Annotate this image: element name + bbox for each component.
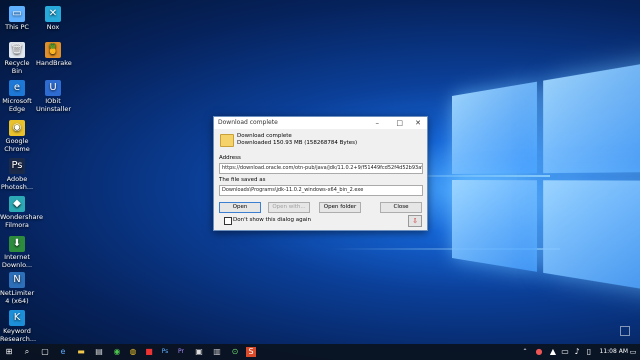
- photoshop-taskbar-icon[interactable]: Ps: [160, 347, 170, 357]
- app-taskbar-icon[interactable]: ◉: [112, 347, 122, 357]
- store-icon[interactable]: ▤: [94, 347, 104, 357]
- show-desktop-icon[interactable]: [620, 326, 630, 336]
- file-explorer-icon[interactable]: ▬: [76, 347, 86, 357]
- desktop-icon[interactable]: ⬇ Internet Downlo...: [0, 236, 34, 269]
- desktop-icon-label: Keyword Research...: [0, 328, 34, 343]
- network-icon[interactable]: ▭: [560, 347, 570, 357]
- saved-path-field[interactable]: Downloads\Programs\jdk-11.0.2_windows-x6…: [219, 185, 423, 196]
- start-windows-icon[interactable]: ⊞: [4, 347, 14, 357]
- desktop-icon-label: Google Chrome: [0, 138, 34, 153]
- app-taskbar-icon[interactable]: ▥: [212, 347, 222, 357]
- desktop-icon-label: HandBrake: [36, 60, 70, 68]
- dialog-title: Download complete: [218, 119, 278, 126]
- maximize-icon[interactable]: □: [396, 117, 403, 129]
- desktop-icon[interactable]: ✕ Nox: [36, 6, 70, 32]
- open-button[interactable]: Open: [219, 202, 261, 213]
- volume-icon[interactable]: ♪: [572, 347, 582, 357]
- desktop-icon[interactable]: ◉ Google Chrome: [0, 120, 34, 153]
- app-taskbar-icon[interactable]: ⊙: [230, 347, 240, 357]
- this-pc-icon: ▭: [9, 6, 25, 22]
- idm-icon: ⬇: [9, 236, 25, 252]
- recycle-bin-icon: 🗑: [9, 42, 25, 58]
- app-taskbar-icon[interactable]: ▣: [194, 347, 204, 357]
- desktop-icon-label: Recycle Bin: [0, 60, 34, 75]
- chrome-taskbar-icon[interactable]: ◍: [128, 347, 138, 357]
- desktop-icon[interactable]: 🗑 Recycle Bin: [0, 42, 34, 75]
- iobit-icon: U: [45, 80, 61, 96]
- handbrake-icon: 🍍: [45, 42, 61, 58]
- desktop-icon-label: NetLimiter 4 (x64): [0, 290, 34, 305]
- nox-icon: ✕: [45, 6, 61, 22]
- desktop-icon[interactable]: N NetLimiter 4 (x64): [0, 272, 34, 305]
- desktop-icon[interactable]: Ps Adobe Photosh...: [0, 158, 34, 191]
- open-folder-button[interactable]: Open folder: [319, 202, 361, 213]
- desktop-icon[interactable]: 🍍 HandBrake: [36, 42, 70, 68]
- address-label: Address: [219, 155, 241, 161]
- tray-app-icon[interactable]: ▲: [548, 347, 558, 357]
- download-size: Downloaded 150.93 MB (158268784 Bytes): [237, 140, 357, 146]
- desktop-icon[interactable]: K Keyword Research...: [0, 310, 34, 343]
- idm-logo-icon: ⇩: [408, 215, 422, 227]
- filmora-icon: ◆: [9, 196, 25, 212]
- desktop-icon[interactable]: e Microsoft Edge: [0, 80, 34, 113]
- desktop-icon-label: Adobe Photosh...: [0, 176, 34, 191]
- close-icon[interactable]: ✕: [415, 117, 421, 129]
- close-button[interactable]: Close: [380, 202, 422, 213]
- edge-icon: e: [9, 80, 25, 96]
- dont-show-checkbox[interactable]: [224, 217, 232, 225]
- desktop-icon[interactable]: ◆ Wondershare Filmora: [0, 196, 34, 229]
- desktop-icon-label: IObit Uninstaller: [36, 98, 70, 113]
- task-view-icon[interactable]: ▢: [40, 347, 50, 357]
- desktop-icon-label: Wondershare Filmora: [0, 214, 34, 229]
- chrome-icon: ◉: [9, 120, 25, 136]
- taskbar: ⊞ ⌕ ▢ e ▬ ▤ ◉ ◍ ■ Ps Pr ▣ ▥ ⊙ S ⌃ ● ▲ ▭ …: [0, 344, 640, 360]
- desktop-icon[interactable]: U IObit Uninstaller: [36, 80, 70, 113]
- app-taskbar-icon[interactable]: ■: [144, 347, 154, 357]
- premiere-taskbar-icon[interactable]: Pr: [176, 347, 186, 357]
- people-icon[interactable]: ⌃: [520, 347, 530, 357]
- photoshop-icon: Ps: [9, 158, 25, 174]
- search-icon[interactable]: ⌕: [22, 347, 32, 357]
- dialog-titlebar[interactable]: Download complete – □ ✕: [214, 117, 427, 129]
- tray-app-icon[interactable]: ●: [534, 347, 544, 357]
- language-icon[interactable]: ▯: [584, 347, 594, 357]
- edge-taskbar-icon[interactable]: e: [58, 347, 68, 357]
- notification-icon[interactable]: ▭: [628, 347, 638, 357]
- desktop-icon-label: Nox: [36, 24, 70, 32]
- dont-show-label: Don't show this dialog again: [233, 217, 311, 223]
- download-complete-dialog: Download complete – □ ✕ Download complet…: [213, 116, 428, 231]
- desktop-icon[interactable]: ▭ This PC: [0, 6, 34, 32]
- download-heading: Download complete: [237, 133, 292, 139]
- open-with-button[interactable]: Open with...: [268, 202, 310, 213]
- desktop-icon-label: Microsoft Edge: [0, 98, 34, 113]
- desktop-icon-label: This PC: [0, 24, 34, 32]
- keyword-research-icon: K: [9, 310, 25, 326]
- address-field[interactable]: https://download.oracle.com/otn-pub/java…: [219, 163, 423, 174]
- desktop-icon-label: Internet Downlo...: [0, 254, 34, 269]
- folder-icon: [220, 134, 234, 147]
- windows-wallpaper-logo: [452, 58, 640, 299]
- minimize-icon[interactable]: –: [376, 117, 380, 129]
- clock-time[interactable]: 11:08 AM: [600, 347, 628, 357]
- idm-taskbar-icon[interactable]: S: [246, 347, 256, 357]
- netlimiter-icon: N: [9, 272, 25, 288]
- saved-as-label: The file saved as: [219, 177, 265, 183]
